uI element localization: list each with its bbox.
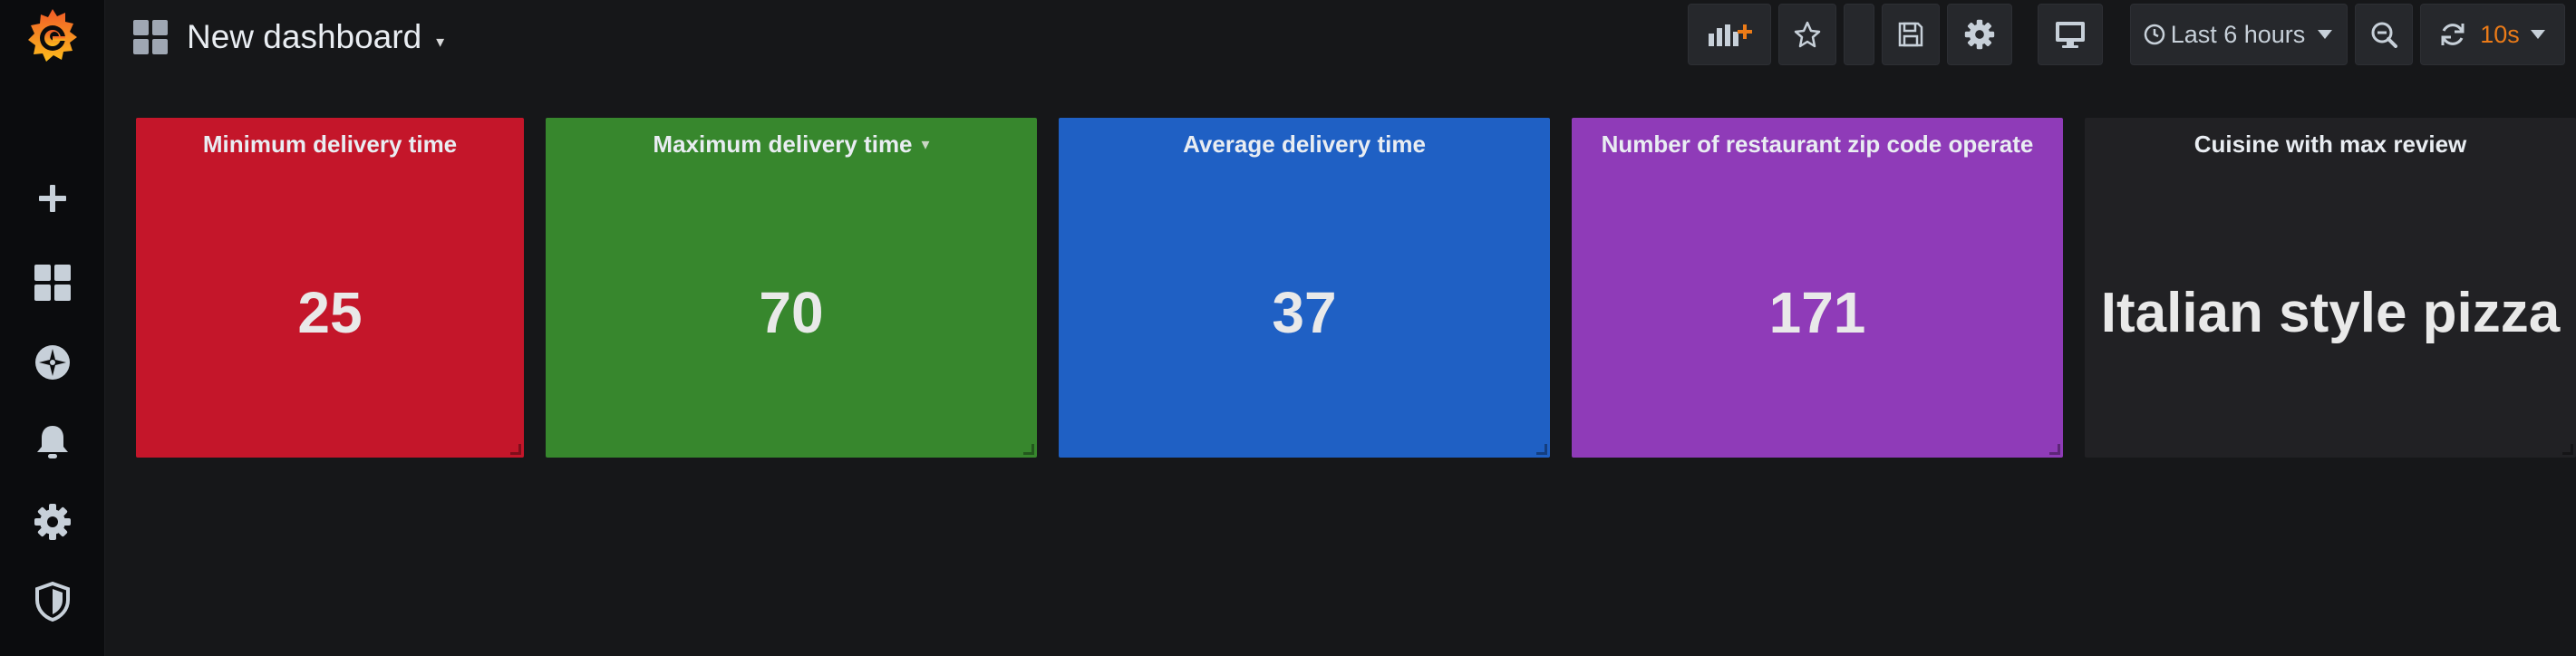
top-navbar: New dashboard ▾ Last 6 hours 10s [105,0,2576,74]
panel-avg-delivery-time[interactable]: Average delivery time 37 [1059,118,1550,458]
stat-value: Italian style pizza [2100,281,2561,344]
tv-mode-icon [2056,22,2085,48]
star-icon [1794,21,1821,48]
dashboard-title[interactable]: New dashboard [187,18,421,56]
resize-handle[interactable] [2562,444,2573,455]
stat-value: 37 [1272,280,1337,345]
caret-down-icon [2318,30,2333,39]
panel-title[interactable]: Average delivery time [1059,130,1550,159]
chevron-down-icon[interactable]: ▾ [436,33,444,52]
stat-value: 70 [759,280,824,345]
refresh-icon [2441,24,2465,45]
explore-icon[interactable] [29,339,76,386]
panel-title[interactable]: Number of restaurant zip code operate [1572,130,2063,159]
gear-icon[interactable] [29,498,76,545]
dashboard-settings-button[interactable] [1947,4,2012,65]
save-icon [1898,22,1923,47]
grafana-app: New dashboard ▾ Last 6 hours 10s Minimum… [0,0,2576,656]
dashboard-picker[interactable]: New dashboard ▾ [132,14,444,60]
dashboard-grid-icon [133,20,168,54]
resize-handle[interactable] [510,444,521,455]
star-button[interactable] [1778,4,1836,65]
panel-min-delivery-time[interactable]: Minimum delivery time 25 [136,118,524,458]
time-range-picker[interactable]: Last 6 hours [2130,4,2348,65]
dashboards-icon[interactable] [29,259,76,306]
bell-icon[interactable] [29,419,76,466]
refresh-picker[interactable]: 10s [2420,4,2565,65]
stat-value: 25 [297,280,363,345]
stat-value: 171 [1768,280,1866,345]
add-panel-icon [1709,24,1752,46]
panel-title: Maximum delivery time [653,130,913,158]
resize-handle[interactable] [2049,444,2060,455]
sidebar [0,0,105,656]
settings-icon [1964,19,1995,50]
panel-title[interactable]: Minimum delivery time [136,130,524,159]
grafana-logo-icon[interactable] [23,4,82,67]
panel-title-wrap[interactable]: Maximum delivery time ▾ [546,130,1037,159]
tv-mode-button[interactable] [2038,4,2103,65]
zoom-out-icon [2371,22,2397,48]
plus-icon[interactable] [29,175,76,222]
add-panel-button[interactable] [1688,4,1771,65]
clock-icon [2144,24,2164,45]
panel-title[interactable]: Cuisine with max review [2085,130,2576,159]
share-button[interactable] [1844,4,1874,65]
chevron-down-icon[interactable]: ▾ [922,135,930,154]
save-button[interactable] [1882,4,1940,65]
zoom-out-button[interactable] [2355,4,2413,65]
time-range-label: Last 6 hours [2170,20,2306,48]
resize-handle[interactable] [1536,444,1547,455]
panel-zip-code-count[interactable]: Number of restaurant zip code operate 17… [1572,118,2063,458]
panel-max-delivery-time[interactable]: Maximum delivery time ▾ 70 [546,118,1037,458]
caret-down-icon [2530,30,2545,39]
shield-icon[interactable] [29,578,76,625]
resize-handle[interactable] [1023,444,1034,455]
refresh-interval-label: 10s [2480,20,2520,48]
panel-cuisine-max-review[interactable]: Cuisine with max review Italian style pi… [2085,118,2576,458]
